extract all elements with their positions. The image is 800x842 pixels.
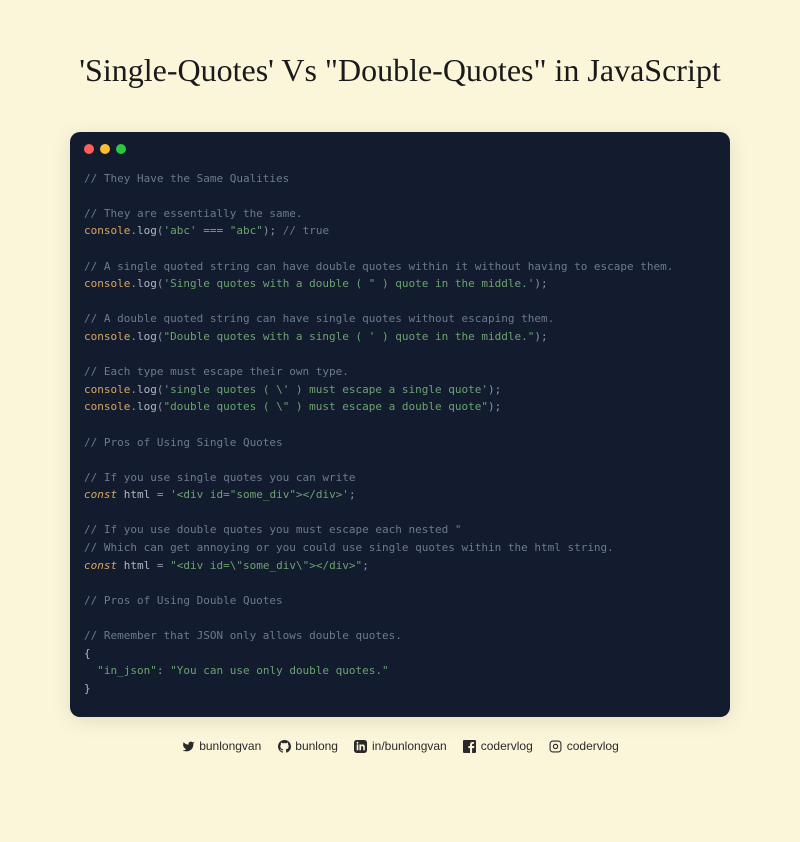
code-comment: // If you use single quotes you can writ… [84,471,356,484]
maximize-dot-icon [116,144,126,154]
window-controls [70,132,730,162]
code-comment: // They are essentially the same. [84,207,303,220]
page-title: 'Single-Quotes' Vs "Double-Quotes" in Ja… [79,50,720,92]
twitter-icon [181,739,195,753]
code-comment: // Pros of Using Single Quotes [84,436,283,449]
code-token: console [84,383,130,396]
code-comment: // They Have the Same Qualities [84,172,289,185]
github-link[interactable]: bunlong [277,739,338,753]
code-token: console [84,224,130,237]
code-string: 'single quotes ( \' ) must escape a sing… [163,383,488,396]
code-json-key: "in_json" [97,664,157,677]
github-label: bunlong [295,739,338,753]
code-token: log [137,224,157,237]
code-keyword: const [84,488,117,501]
code-comment: // Pros of Using Double Quotes [84,594,283,607]
linkedin-link[interactable]: in/bunlongvan [354,739,447,753]
code-token: console [84,277,130,290]
instagram-label: codervlog [567,739,619,753]
code-comment: // true [283,224,329,237]
code-var: html [124,559,151,572]
code-token: console [84,400,130,413]
code-token: log [137,277,157,290]
code-block: // They Have the Same Qualities // They … [70,132,730,718]
code-comment: // If you use double quotes you must esc… [84,523,462,536]
code-string: '<div id="some_div"></div>' [170,488,349,501]
linkedin-label: in/bunlongvan [372,739,447,753]
code-comment: // Each type must escape their own type. [84,365,349,378]
facebook-icon [463,739,477,753]
facebook-label: codervlog [481,739,533,753]
code-content: // They Have the Same Qualities // They … [70,162,730,718]
code-token: console [84,330,130,343]
code-string: 'abc' [163,224,196,237]
code-comment: // Which can get annoying or you could u… [84,541,614,554]
code-comment: // Remember that JSON only allows double… [84,629,402,642]
code-op: === [203,224,223,237]
code-string: "<div id=\"some_div\"></div>" [170,559,362,572]
twitter-link[interactable]: bunlongvan [181,739,261,753]
code-token: log [137,400,157,413]
facebook-link[interactable]: codervlog [463,739,533,753]
code-comment: // A double quoted string can have singl… [84,312,554,325]
github-icon [277,739,291,753]
instagram-icon [549,739,563,753]
code-token: log [137,383,157,396]
code-string: "double quotes ( \" ) must escape a doub… [163,400,488,413]
social-links: bunlongvan bunlong in/bunlongvan codervl… [181,739,619,753]
code-token: log [137,330,157,343]
code-string: 'Single quotes with a double ( " ) quote… [163,277,534,290]
close-dot-icon [84,144,94,154]
code-var: html [124,488,151,501]
code-comment: // A single quoted string can have doubl… [84,260,673,273]
twitter-label: bunlongvan [199,739,261,753]
linkedin-icon [354,739,368,753]
instagram-link[interactable]: codervlog [549,739,619,753]
code-keyword: const [84,559,117,572]
minimize-dot-icon [100,144,110,154]
code-string: "Double quotes with a single ( ' ) quote… [163,330,534,343]
code-string: "abc" [230,224,263,237]
code-json-val: "You can use only double quotes." [170,664,389,677]
